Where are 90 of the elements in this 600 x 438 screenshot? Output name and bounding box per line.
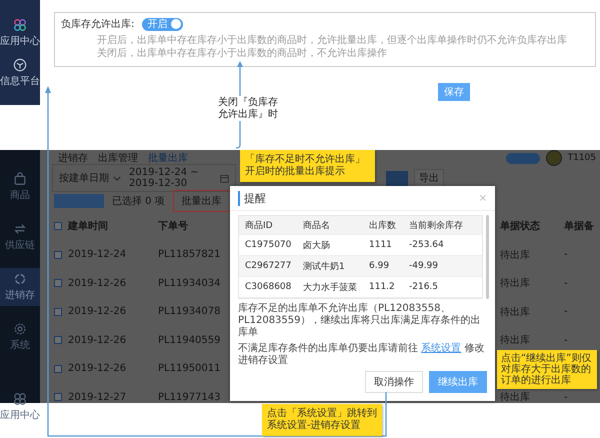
date-filter[interactable]: 按建单日期 2019-12-24 ~ 2019-12-30 <box>52 164 236 192</box>
close-button[interactable]: × <box>478 192 487 204</box>
table-cell-text: 待出库 <box>500 334 530 348</box>
dialog-title: 提醒 <box>238 190 266 206</box>
table-cell-text: C2967277 <box>245 261 292 271</box>
table-cell-text: -49.99 <box>409 261 440 271</box>
scrollbar[interactable] <box>486 215 489 299</box>
column-header: 当前剩余库存 <box>409 220 464 232</box>
header-button[interactable] <box>506 152 540 164</box>
gear-icon <box>13 322 27 336</box>
breadcrumb-link[interactable]: 出库管理 <box>98 151 138 165</box>
nav-item[interactable]: 应用中心 <box>0 388 40 426</box>
table-cell-text: 待出库 <box>500 390 530 404</box>
breadcrumb-link[interactable]: 批量出库 <box>148 151 188 165</box>
table-cell: PL11950011 <box>158 363 220 374</box>
bag-icon <box>13 172 27 186</box>
callout-note: 「库存不足时不允许出库」开启时的批量出库提示 <box>240 150 375 182</box>
table-cell-text: 1111 <box>369 240 393 250</box>
message-text: 库存不足的出库单不允许出库（PL12083558、PL12083559），继续出库将只出库满足库存条件的出库单 <box>238 303 482 339</box>
column-header: 建单时间 <box>68 220 108 234</box>
callout-note: 点击“继续出库”则仅对库存大于出库数的订单的进行出库 <box>497 350 597 389</box>
save-button[interactable]: 保存 <box>438 83 470 101</box>
cycle-icon <box>13 272 27 286</box>
breadcrumb-link[interactable]: 进销存 <box>58 151 88 165</box>
table-cell: 2019-12-27 <box>68 392 126 403</box>
checkbox[interactable] <box>54 364 62 373</box>
message-text: 不满足库存条件的出库单仍要出库请前往 系统设置 修改进销存设置 <box>238 343 485 367</box>
nav-item[interactable]: 供应链 <box>0 218 40 256</box>
table-cell-text: 待出库 <box>500 276 530 290</box>
settings-link[interactable]: 系统设置 <box>421 343 462 354</box>
swap-icon <box>13 222 27 236</box>
column-header: 单据状态 <box>500 220 540 234</box>
checkbox[interactable] <box>54 308 62 316</box>
toggle-switch[interactable]: 开启 <box>142 18 184 30</box>
checkbox[interactable] <box>54 222 62 230</box>
description-text: 开启后，出库单中存在库存小于出库数的商品时，允许批量出库，但逐个出库单操作时仍不允许负库存出库 <box>97 34 568 47</box>
column-header: 单据备 <box>564 220 594 234</box>
table-cell: PL11857821 <box>158 249 220 260</box>
table-cell-text: 111.2 <box>369 282 396 292</box>
option-label: 负库存允许出库: <box>61 18 134 31</box>
table-cell-text: 6.99 <box>369 261 390 271</box>
checkbox[interactable] <box>54 336 62 344</box>
table-cell: 2019-12-26 <box>68 278 126 289</box>
description-text: 关闭后，出库单中存在库存小于出库数的商品时，不允许出库操作 <box>97 47 388 60</box>
nav-item[interactable]: 系统 <box>0 318 40 356</box>
table-cell: 2019-12-26 <box>68 334 126 346</box>
nav-item[interactable]: 信息平台 <box>0 58 40 88</box>
user-name: T1105 <box>568 153 596 163</box>
table-cell-text: -216.5 <box>409 282 440 292</box>
table-cell-text: C1975070 <box>245 240 292 250</box>
cancel-button[interactable]: 取消操作 <box>365 371 423 393</box>
table-cell: - <box>564 392 568 403</box>
annotation-text: 关闭『负库存允许出库』时 <box>218 97 280 121</box>
column-header: 下单号 <box>158 220 188 234</box>
table-cell: - <box>564 249 568 260</box>
chevron-down-icon <box>113 176 121 180</box>
checkbox[interactable] <box>54 279 62 288</box>
table-cell-text: 待出库 <box>500 248 530 262</box>
table-cell: - <box>564 334 568 346</box>
table-cell-text: -253.64 <box>409 240 445 250</box>
checkbox[interactable] <box>54 250 62 259</box>
table-cell-text: 测试牛奶1 <box>303 260 346 272</box>
selected-count: 已选择 0 项 <box>112 194 165 208</box>
circles-icon <box>13 392 27 406</box>
table-cell: - <box>564 306 568 318</box>
continue-button[interactable]: 继续出库 <box>429 371 487 393</box>
table-cell: 2019-12-26 <box>68 363 126 374</box>
table-cell-text: 大力水手菠菜 <box>303 282 358 294</box>
nav-item[interactable]: 商品 <box>0 168 40 206</box>
avatar[interactable] <box>546 150 562 166</box>
table-cell-text: 卤大肠 <box>303 240 331 252</box>
column-header: 商品名 <box>303 220 331 232</box>
nav-item[interactable]: 应用中心 <box>0 18 40 48</box>
table-cell: PL11940559 <box>158 334 220 346</box>
export-button[interactable]: 导出 <box>414 169 444 187</box>
table-cell-text: C3068608 <box>245 282 292 292</box>
nav-item[interactable]: 进销存 <box>0 268 40 306</box>
callout-note: 点击「系统设置」跳转到系统设置-进销存设置 <box>262 404 382 436</box>
table-cell-text: 待出库 <box>500 306 530 319</box>
checkbox[interactable] <box>54 393 62 402</box>
table-cell: 2019-12-26 <box>68 306 126 318</box>
circles-icon <box>13 18 27 32</box>
table-cell: - <box>564 278 568 289</box>
table-cell: PL11977143 <box>158 392 220 403</box>
table-cell: PL11934034 <box>158 278 220 289</box>
table-cell: PL11934078 <box>158 306 220 318</box>
table-cell: 2019-12-24 <box>68 249 126 260</box>
column-header: 商品ID <box>245 220 274 232</box>
calendar-icon <box>220 174 229 182</box>
column-header: 出库数 <box>369 220 397 232</box>
